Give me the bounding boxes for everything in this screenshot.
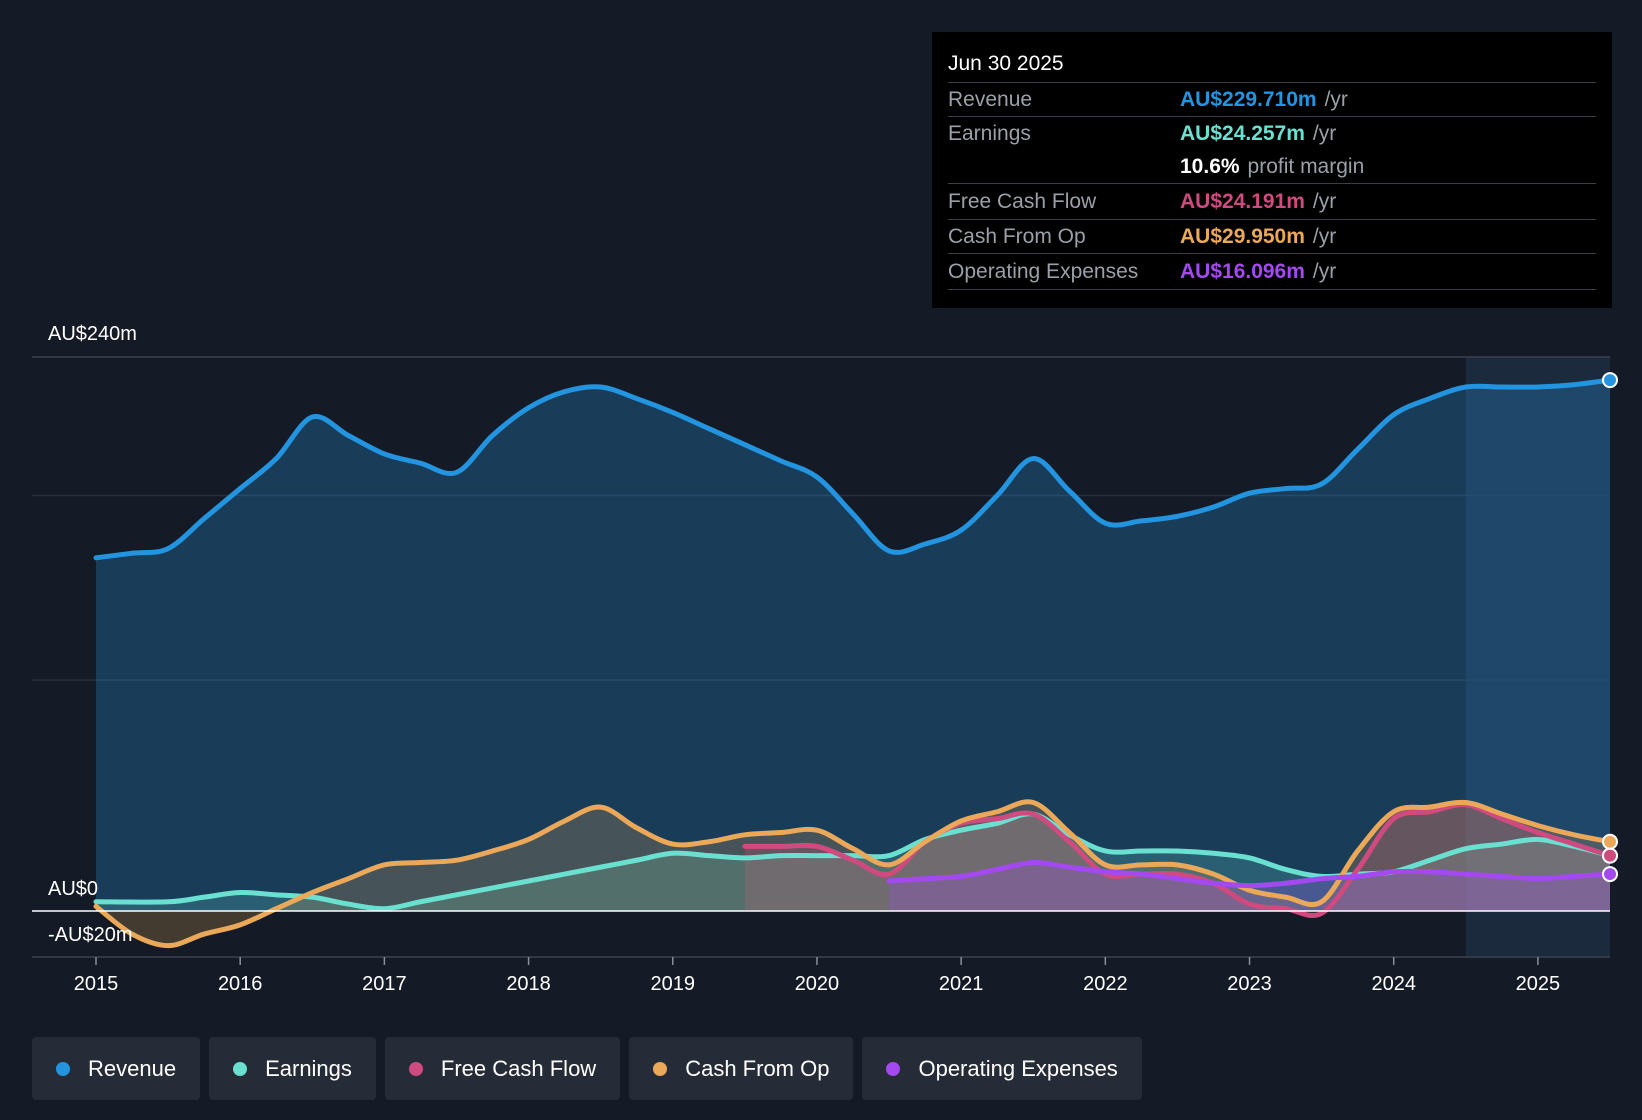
tooltip-row-free-cash-flow: Free Cash Flow AU$24.191m /yr bbox=[948, 184, 1596, 220]
x-tick-label: 2016 bbox=[218, 973, 263, 995]
x-tick-label: 2023 bbox=[1227, 973, 1272, 995]
x-tick-label: 2024 bbox=[1371, 973, 1416, 995]
legend-dot-icon bbox=[408, 1061, 423, 1076]
tooltip-value: 10.6% bbox=[1180, 155, 1240, 178]
legend-dot-icon bbox=[233, 1061, 248, 1076]
tooltip-unit: /yr bbox=[1312, 122, 1337, 145]
tooltip-value: AU$24.191m bbox=[1180, 190, 1305, 213]
tooltip-label: Free Cash Flow bbox=[948, 190, 1097, 213]
x-tick-label: 2019 bbox=[651, 973, 696, 995]
end-marker-free-cash-flow bbox=[1602, 847, 1618, 864]
legend: Revenue Earnings Free Cash Flow Cash Fro… bbox=[32, 1037, 1142, 1100]
legend-dot-icon bbox=[886, 1061, 901, 1076]
tooltip-row-earnings: Earnings AU$24.257m /yr bbox=[948, 117, 1596, 150]
tooltip-row-profit-margin: 10.6% profit margin bbox=[948, 150, 1596, 184]
y-tick-label: AU$240m bbox=[48, 323, 137, 345]
tooltip-unit: /yr bbox=[1312, 260, 1337, 283]
tooltip-label: Revenue bbox=[948, 88, 1033, 111]
end-marker-cash-from-op bbox=[1602, 833, 1618, 850]
x-tick-label: 2025 bbox=[1516, 973, 1561, 995]
legend-item-operating-expenses[interactable]: Operating Expenses bbox=[862, 1037, 1142, 1100]
legend-label: Operating Expenses bbox=[918, 1055, 1118, 1081]
legend-label: Revenue bbox=[88, 1055, 177, 1081]
x-tick-label: 2018 bbox=[506, 973, 551, 995]
legend-dot-icon bbox=[56, 1061, 70, 1076]
y-tick-label: -AU$20m bbox=[48, 924, 132, 946]
y-tick-label: AU$0 bbox=[48, 878, 98, 900]
tooltip-unit: /yr bbox=[1312, 190, 1337, 213]
tooltip-row-revenue: Revenue AU$229.710m /yr bbox=[948, 83, 1596, 117]
legend-label: Free Cash Flow bbox=[440, 1055, 597, 1081]
tooltip-row-cash-from-op: Cash From Op AU$29.950m /yr bbox=[948, 220, 1596, 254]
tooltip-unit: /yr bbox=[1324, 88, 1348, 111]
tooltip-row-operating-expenses: Operating Expenses AU$16.096m /yr bbox=[948, 254, 1596, 290]
end-marker-operating-expenses bbox=[1602, 866, 1618, 883]
tooltip-value: AU$29.950m bbox=[1180, 225, 1305, 248]
tooltip-value: AU$24.257m bbox=[1180, 122, 1305, 145]
tooltip-value: AU$16.096m bbox=[1180, 260, 1305, 283]
tooltip-label: Operating Expenses bbox=[948, 260, 1139, 283]
tooltip-label: Earnings bbox=[948, 122, 1031, 145]
end-marker-revenue bbox=[1602, 372, 1618, 389]
legend-item-cash-from-op[interactable]: Cash From Op bbox=[629, 1037, 854, 1100]
x-tick-label: 2017 bbox=[362, 973, 407, 995]
x-tick-label: 2020 bbox=[795, 973, 840, 995]
legend-label: Cash From Op bbox=[685, 1055, 830, 1081]
legend-dot-icon bbox=[653, 1061, 668, 1076]
tooltip-label bbox=[948, 150, 1180, 183]
tooltip-value: AU$229.710m bbox=[1180, 88, 1317, 111]
legend-item-free-cash-flow[interactable]: Free Cash Flow bbox=[384, 1037, 621, 1100]
tooltip-unit: /yr bbox=[1312, 225, 1337, 248]
x-tick-label: 2022 bbox=[1083, 973, 1128, 995]
legend-item-earnings[interactable]: Earnings bbox=[209, 1037, 376, 1100]
x-tick-label: 2015 bbox=[74, 973, 119, 995]
tooltip-unit: profit margin bbox=[1247, 155, 1365, 178]
tooltip-label: Cash From Op bbox=[948, 225, 1086, 248]
legend-label: Earnings bbox=[265, 1055, 352, 1081]
tooltip-panel: Jun 30 2025 Revenue AU$229.710m /yr Earn… bbox=[932, 32, 1612, 308]
tooltip-date: Jun 30 2025 bbox=[948, 46, 1596, 83]
legend-item-revenue[interactable]: Revenue bbox=[32, 1037, 201, 1100]
x-tick-label: 2021 bbox=[939, 973, 984, 995]
